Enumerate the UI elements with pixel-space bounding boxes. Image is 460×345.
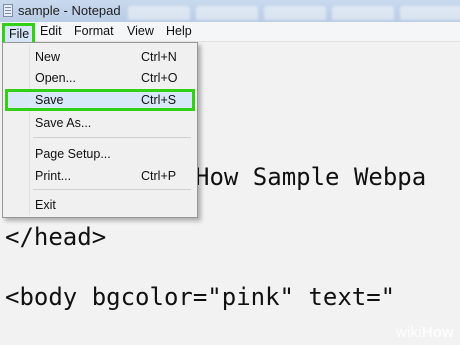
menu-item-save[interactable]: Save Ctrl+S (5, 89, 195, 111)
code-line: </head> (5, 223, 107, 251)
menu-item-exit[interactable]: Exit (3, 194, 197, 215)
menu-item-page-setup[interactable]: Page Setup... (3, 143, 197, 164)
menu-item-label: Page Setup... (35, 147, 111, 161)
menu-bar: File Edit Format View Help (0, 22, 460, 45)
menu-item-label: Open... (35, 71, 76, 85)
menu-item-save-as[interactable]: Save As... (3, 112, 197, 133)
menu-help[interactable]: Help (166, 24, 192, 38)
background-window-tab (400, 6, 460, 20)
background-window-tab (128, 6, 190, 20)
notepad-app-icon (3, 4, 13, 17)
menu-item-label: Save (35, 93, 64, 107)
wikihow-watermark: wikiHow (396, 324, 454, 341)
watermark-wiki: wiki (395, 324, 422, 341)
background-window-tab (264, 6, 326, 20)
watermark-how: How (421, 324, 454, 341)
file-menu-dropdown: New Ctrl+N Open... Ctrl+O Save Ctrl+S Sa… (2, 42, 198, 218)
menu-item-label: New (35, 50, 61, 64)
menu-format[interactable]: Format (74, 24, 114, 38)
menu-edit[interactable]: Edit (40, 24, 62, 38)
menu-item-open[interactable]: Open... Ctrl+O (3, 67, 197, 88)
menu-item-shortcut: Ctrl+O (141, 71, 178, 85)
code-line: How Sample Webpa (195, 163, 427, 191)
menu-item-label: Print... (35, 169, 72, 183)
title-bar: sample - Notepad (0, 0, 460, 22)
background-window-tab (196, 6, 258, 20)
menu-separator (33, 189, 191, 190)
window-title: sample - Notepad (18, 3, 121, 18)
menu-item-shortcut: Ctrl+S (141, 93, 177, 107)
menu-item-shortcut: Ctrl+N (141, 50, 177, 64)
menu-item-shortcut: Ctrl+P (141, 169, 177, 183)
menu-item-print[interactable]: Print... Ctrl+P (3, 165, 197, 186)
menu-separator (33, 137, 191, 138)
code-line: <body bgcolor="pink" text=" (5, 283, 396, 311)
menu-item-label: Save As... (35, 116, 92, 130)
menu-view[interactable]: View (127, 24, 154, 38)
menu-item-new[interactable]: New Ctrl+N (3, 46, 197, 67)
background-window-tab (332, 6, 394, 20)
menu-item-label: Exit (35, 198, 56, 212)
